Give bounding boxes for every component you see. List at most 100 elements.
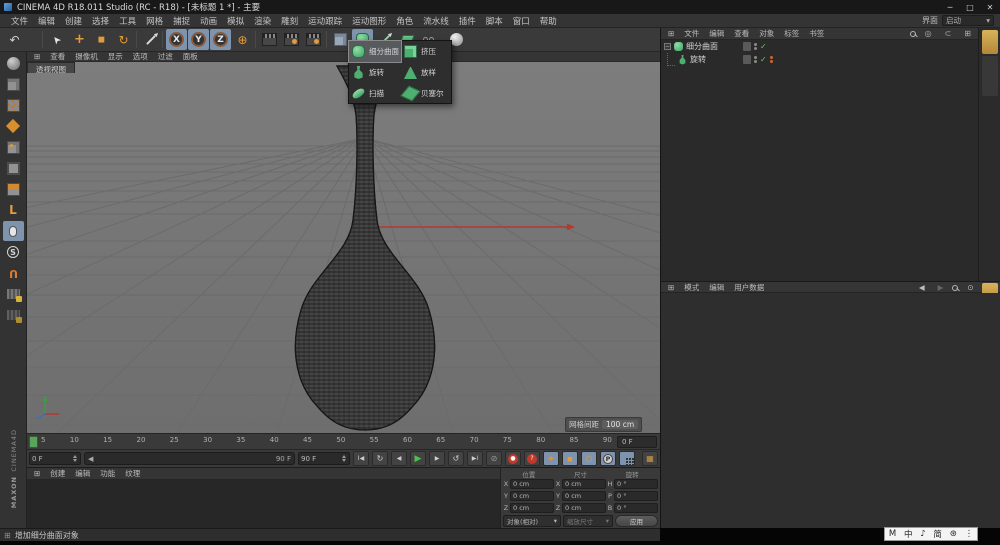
menu-item-sweep[interactable]: 扫描 (349, 83, 401, 104)
filter-icon[interactable]: ◎ (921, 29, 936, 38)
menu-item-extrude[interactable]: 挤压 (401, 41, 453, 62)
record-off-button[interactable]: ⊘ (486, 451, 502, 466)
lock-x-button[interactable]: X (166, 29, 187, 50)
model-mode-button[interactable] (3, 74, 24, 94)
coord-mode-dropdown[interactable]: 对象(相对) ▾ (503, 515, 561, 527)
preview-range-slider[interactable]: ◀ 90 F (84, 452, 295, 465)
timeline-ruler[interactable]: 510 1520 2530 3540 4550 5560 6570 7580 8… (27, 433, 660, 449)
make-editable-button[interactable] (3, 53, 24, 73)
layout-icon[interactable]: ⊞ (960, 29, 975, 38)
menu-snap[interactable]: 捕捉 (168, 15, 195, 27)
tab-perspective-view[interactable]: 透视视图 (27, 62, 75, 73)
rotation-p-field[interactable]: 0 ° (614, 491, 658, 501)
layout-dropdown[interactable]: 启动 ▾ (942, 15, 994, 26)
size-y-field[interactable]: 0 cm (562, 491, 606, 501)
position-z-field[interactable]: 0 cm (510, 503, 554, 513)
material-menu-edit[interactable]: 编辑 (71, 468, 94, 479)
menu-window[interactable]: 窗口 (508, 15, 535, 27)
render-view-button[interactable] (259, 29, 280, 50)
maximize-button[interactable]: □ (960, 0, 980, 14)
link-icon[interactable]: ⊂ (941, 29, 956, 38)
edges-mode-button[interactable] (3, 158, 24, 178)
material-menu-function[interactable]: 功能 (96, 468, 119, 479)
enable-axis-button[interactable]: L (3, 200, 24, 220)
material-menu-create[interactable]: 创建 (46, 468, 69, 479)
play-loop-button[interactable]: ↻ (372, 451, 388, 466)
menu-sculpt[interactable]: 雕刻 (276, 15, 303, 27)
move-tool-button[interactable]: + (69, 29, 90, 50)
ime-more-icon[interactable]: ⋮ (965, 529, 974, 539)
forward-arrow-icon[interactable]: ▶ (934, 283, 948, 292)
workplane-snap-button[interactable] (3, 305, 24, 325)
menu-motion-tracker[interactable]: 运动跟踪 (303, 15, 347, 27)
next-frame-button[interactable]: ▶ (429, 451, 445, 466)
live-selection-button[interactable]: ➤ (47, 29, 68, 50)
timeline-window-button[interactable]: ▦ (642, 451, 658, 466)
current-frame-field[interactable]: 0 F (617, 436, 657, 448)
polygons-mode-button[interactable] (3, 179, 24, 199)
enabled-check-icon[interactable]: ✓ (760, 42, 767, 51)
menu-mesh[interactable]: 网格 (141, 15, 168, 27)
key-rotation-button[interactable]: ○ (581, 451, 597, 466)
menu-character[interactable]: 角色 (391, 15, 418, 27)
object-row-subdivision[interactable]: − 细分曲面 ✓ (661, 40, 979, 53)
undo-button[interactable]: ↶ (4, 29, 25, 50)
phong-tag-icon[interactable] (770, 56, 773, 63)
am-menu-userdata[interactable]: 用户数据 (730, 282, 768, 293)
search-icon[interactable] (910, 31, 916, 37)
key-position-button[interactable]: + (543, 451, 559, 466)
menu-select[interactable]: 选择 (87, 15, 114, 27)
om-menu-tags[interactable]: 标签 (780, 28, 803, 39)
pin-icon[interactable]: ⊙ (963, 283, 977, 292)
vase-model[interactable] (295, 66, 434, 430)
ime-settings-icon[interactable]: ⊛ (950, 529, 957, 539)
range-start-field[interactable]: 0 F (29, 452, 81, 465)
position-y-field[interactable]: 0 cm (510, 491, 554, 501)
material-menu-texture[interactable]: 纹理 (121, 468, 144, 479)
lock-z-button[interactable]: Z (210, 29, 231, 50)
texture-mode-button[interactable] (3, 95, 24, 115)
object-name[interactable]: 旋转 (690, 54, 706, 65)
soft-selection-button[interactable]: S (3, 242, 24, 262)
spinner-icon[interactable] (340, 455, 347, 462)
autokey-button[interactable]: ? (524, 451, 540, 466)
last-tool-button[interactable] (140, 29, 161, 50)
goto-start-button[interactable]: I◀ (353, 451, 369, 466)
menu-plugins[interactable]: 插件 (454, 15, 481, 27)
am-menu-edit[interactable]: 编辑 (705, 282, 728, 293)
menu-script[interactable]: 脚本 (481, 15, 508, 27)
menu-edit[interactable]: 编辑 (33, 15, 60, 27)
viewport-menu-options[interactable]: 选项 (129, 51, 152, 62)
om-menu-view[interactable]: 查看 (730, 28, 753, 39)
menu-pipeline[interactable]: 流水线 (418, 15, 454, 27)
layout-tab-icon[interactable] (982, 30, 998, 54)
visibility-dots-icon[interactable] (754, 43, 757, 50)
record-keyframe-button[interactable]: ● (505, 451, 521, 466)
key-scale-button[interactable]: ◼ (562, 451, 578, 466)
range-end-field[interactable]: 90 F (298, 452, 350, 465)
back-arrow-icon[interactable]: ◀ (915, 283, 929, 292)
ime-voice-icon[interactable]: ♪ (920, 529, 925, 539)
rotation-h-field[interactable]: 0 ° (614, 479, 658, 489)
om-menu-file[interactable]: 文件 (680, 28, 703, 39)
workplane-mode-button[interactable] (3, 116, 24, 136)
size-z-field[interactable]: 0 cm (562, 503, 606, 513)
menu-simulate[interactable]: 模拟 (222, 15, 249, 27)
spinner-icon[interactable] (71, 455, 78, 462)
points-mode-button[interactable] (3, 137, 24, 157)
menu-create[interactable]: 创建 (60, 15, 87, 27)
ime-toolbar[interactable]: M 中 ♪ 简 ⊛ ⋮ (884, 527, 978, 541)
coord-system-button[interactable]: ⊕ (232, 29, 253, 50)
loop-mode-button[interactable]: ↺ (448, 451, 464, 466)
menu-help[interactable]: 帮助 (535, 15, 562, 27)
minimize-button[interactable]: ─ (940, 0, 960, 14)
menu-file[interactable]: 文件 (6, 15, 33, 27)
viewport-menu-panel[interactable]: 面板 (179, 51, 202, 62)
workplane-lock-button[interactable] (3, 284, 24, 304)
enabled-check-icon[interactable]: ✓ (760, 55, 767, 64)
range-right-handle[interactable]: 90 F (276, 455, 291, 463)
viewport-menu-filter[interactable]: 过滤 (154, 51, 177, 62)
key-parameter-button[interactable]: P (600, 451, 616, 466)
layer-badge-icon[interactable] (743, 55, 751, 64)
play-button[interactable]: ▶ (410, 451, 426, 466)
